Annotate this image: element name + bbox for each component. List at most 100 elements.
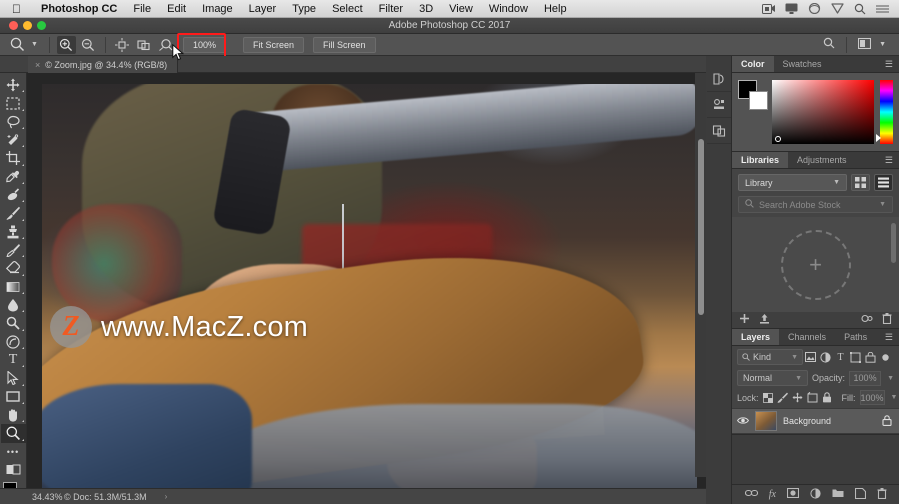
zoom-tool[interactable] bbox=[0, 424, 26, 443]
screen-record-icon[interactable] bbox=[762, 3, 775, 14]
zoom-tool-icon[interactable] bbox=[8, 36, 27, 54]
pixel-filter-icon[interactable] bbox=[803, 349, 818, 365]
color-field[interactable] bbox=[772, 80, 874, 144]
dodge-tool[interactable] bbox=[1, 314, 26, 332]
brush-tool[interactable] bbox=[1, 204, 26, 222]
list-icon[interactable] bbox=[876, 4, 889, 14]
document-image[interactable]: Z www.MacZ.com bbox=[42, 84, 697, 488]
background-color-swatch[interactable] bbox=[749, 91, 768, 110]
fill-value[interactable]: 100% bbox=[859, 390, 885, 405]
layer-lock-icon[interactable] bbox=[882, 414, 892, 428]
lock-all-icon[interactable] bbox=[822, 390, 832, 405]
hand-tool[interactable] bbox=[1, 406, 26, 424]
canvas-vertical-scrollbar[interactable] bbox=[695, 73, 706, 477]
panel-menu-icon[interactable]: ☰ bbox=[885, 56, 899, 72]
new-layer-icon[interactable] bbox=[854, 487, 867, 502]
delete-layer-icon[interactable] bbox=[877, 487, 887, 502]
add-asset-circle[interactable]: + bbox=[780, 229, 851, 300]
status-zoom-level[interactable]: 34.43% bbox=[0, 492, 63, 502]
smart-object-filter-icon[interactable] bbox=[863, 349, 878, 365]
scrollbar-thumb[interactable] bbox=[698, 139, 704, 315]
zoom-100-button[interactable]: 100% bbox=[182, 36, 226, 53]
layer-style-icon[interactable]: fx bbox=[769, 489, 776, 500]
delete-icon[interactable] bbox=[882, 313, 892, 327]
eraser-tool[interactable] bbox=[1, 259, 26, 277]
chevron-down-icon[interactable]: ▼ bbox=[879, 201, 886, 208]
blur-tool[interactable] bbox=[1, 296, 26, 314]
chevron-down-icon[interactable]: ▼ bbox=[878, 41, 890, 48]
search-icon[interactable] bbox=[823, 36, 835, 54]
list-view-icon[interactable] bbox=[874, 174, 893, 191]
airplay-icon[interactable] bbox=[808, 3, 821, 14]
tab-channels[interactable]: Channels bbox=[779, 329, 835, 345]
lock-transparent-icon[interactable] bbox=[762, 390, 773, 405]
adjustment-filter-icon[interactable] bbox=[818, 349, 833, 365]
shield-icon[interactable] bbox=[831, 3, 844, 14]
tab-libraries[interactable]: Libraries bbox=[732, 152, 789, 168]
opacity-value[interactable]: 100% bbox=[849, 370, 882, 386]
menu-window[interactable]: Window bbox=[481, 0, 536, 18]
menu-edit[interactable]: Edit bbox=[159, 0, 194, 18]
tab-adjustments[interactable]: Adjustments bbox=[788, 152, 856, 168]
chevron-down-icon[interactable]: ▼ bbox=[889, 394, 898, 401]
upload-icon[interactable] bbox=[759, 313, 770, 327]
panel-menu-icon[interactable]: ☰ bbox=[885, 152, 899, 168]
zoom-in-icon[interactable] bbox=[56, 35, 76, 54]
menu-select[interactable]: Select bbox=[324, 0, 371, 18]
lasso-tool[interactable] bbox=[1, 113, 26, 131]
color-swatch-pair[interactable] bbox=[738, 80, 768, 110]
search-adobe-stock-input[interactable]: Search Adobe Stock ▼ bbox=[738, 196, 893, 213]
fill-screen-button[interactable]: Fill Screen bbox=[312, 36, 376, 53]
quick-selection-tool[interactable] bbox=[1, 131, 26, 149]
menu-filter[interactable]: Filter bbox=[371, 0, 411, 18]
fit-screen-button[interactable]: Fit Screen bbox=[242, 36, 304, 53]
hue-slider-handle[interactable] bbox=[876, 134, 881, 142]
sync-icon[interactable] bbox=[861, 313, 873, 327]
search-icon[interactable] bbox=[854, 3, 866, 15]
status-expand-icon[interactable]: › bbox=[147, 492, 168, 501]
history-brush-tool[interactable] bbox=[1, 241, 26, 259]
close-icon[interactable]: × bbox=[35, 60, 40, 70]
link-layers-icon[interactable] bbox=[744, 489, 758, 500]
resize-windows-icon[interactable] bbox=[113, 36, 132, 54]
layer-name[interactable]: Background bbox=[783, 416, 831, 426]
edit-toolbar-button[interactable]: ••• bbox=[1, 443, 26, 461]
adjustment-layer-icon[interactable] bbox=[810, 487, 821, 502]
menu-layer[interactable]: Layer bbox=[241, 0, 285, 18]
eyedropper-tool[interactable] bbox=[1, 168, 26, 186]
quick-mask-toggle[interactable] bbox=[1, 461, 26, 479]
type-tool[interactable]: T bbox=[1, 351, 26, 369]
menu-image[interactable]: Image bbox=[194, 0, 241, 18]
new-group-icon[interactable] bbox=[832, 488, 844, 501]
canvas-area[interactable]: Z www.MacZ.com bbox=[27, 73, 706, 488]
menu-file[interactable]: File bbox=[125, 0, 159, 18]
zoom-out-icon[interactable] bbox=[79, 36, 98, 54]
panel-menu-icon[interactable]: ☰ bbox=[885, 329, 899, 345]
clone-stamp-tool[interactable] bbox=[1, 223, 26, 241]
menu-app-name[interactable]: Photoshop CC bbox=[33, 0, 125, 18]
tab-color[interactable]: Color bbox=[732, 56, 774, 72]
crop-tool[interactable] bbox=[1, 149, 26, 167]
status-doc-info[interactable]: © Doc: 51.3M/51.3M bbox=[58, 492, 147, 502]
layer-filter-kind-select[interactable]: Kind ▼ bbox=[737, 349, 803, 365]
menu-type[interactable]: Type bbox=[284, 0, 324, 18]
rectangle-tool[interactable] bbox=[1, 388, 26, 406]
zoom-all-windows-icon[interactable] bbox=[135, 36, 154, 54]
shape-filter-icon[interactable] bbox=[848, 349, 863, 365]
move-tool[interactable] bbox=[1, 76, 26, 94]
lock-position-icon[interactable] bbox=[792, 390, 803, 405]
add-icon[interactable] bbox=[739, 313, 750, 327]
marquee-tool[interactable] bbox=[1, 94, 26, 112]
type-filter-icon[interactable]: T bbox=[833, 349, 848, 365]
library-select[interactable]: Library ▼ bbox=[738, 174, 847, 191]
tab-paths[interactable]: Paths bbox=[835, 329, 876, 345]
tab-swatches[interactable]: Swatches bbox=[774, 56, 831, 72]
grid-view-icon[interactable] bbox=[851, 174, 870, 191]
menu-view[interactable]: View bbox=[441, 0, 481, 18]
tab-layers[interactable]: Layers bbox=[732, 329, 780, 345]
chevron-down-icon[interactable]: ▼ bbox=[885, 375, 894, 382]
gradient-tool[interactable] bbox=[1, 278, 26, 296]
pen-tool[interactable] bbox=[1, 333, 26, 351]
healing-brush-tool[interactable] bbox=[1, 186, 26, 204]
layer-visibility-icon[interactable] bbox=[737, 416, 749, 427]
